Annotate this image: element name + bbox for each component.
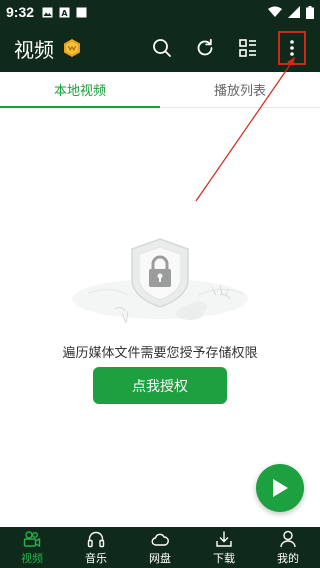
user-icon <box>280 530 296 547</box>
nav-label: 下载 <box>213 551 235 565</box>
play-fab-button[interactable] <box>256 464 304 512</box>
page-title: 视频 <box>14 37 54 62</box>
video-icon <box>23 530 41 547</box>
tab-bar: 本地视频 播放列表 <box>0 72 320 108</box>
headphones-icon <box>87 531 105 547</box>
nav-label: 视频 <box>21 551 43 565</box>
nav-item-me[interactable]: 我的 <box>256 527 320 568</box>
search-button[interactable] <box>151 37 173 59</box>
layout-toggle-button[interactable] <box>237 37 259 59</box>
more-vert-icon <box>290 40 294 56</box>
svg-text:A: A <box>61 8 68 17</box>
vip-crown-icon[interactable] <box>62 38 82 58</box>
status-bar: 9:32 A <box>0 0 320 24</box>
square-notification-icon <box>76 7 87 17</box>
tab-playlist[interactable]: 播放列表 <box>160 72 320 107</box>
wifi-icon <box>268 6 282 17</box>
layout-icon <box>239 39 256 57</box>
refresh-button[interactable] <box>194 37 216 59</box>
header-actions <box>151 31 306 65</box>
nav-item-cloud[interactable]: 网盘 <box>128 527 192 568</box>
bottom-nav: 视频 音乐 网盘 下载 我的 <box>0 527 320 568</box>
text-notification-icon: A <box>59 7 70 17</box>
permission-message: 遍历媒体文件需要您授予存储权限 <box>62 346 258 361</box>
nav-label: 网盘 <box>149 551 171 565</box>
app-header: 视频 <box>0 24 320 72</box>
nav-item-music[interactable]: 音乐 <box>64 527 128 568</box>
notification-icons: A <box>42 7 87 18</box>
nav-item-video[interactable]: 视频 <box>0 527 64 568</box>
permission-lock-illustration <box>72 238 248 324</box>
tab-local-video[interactable]: 本地视频 <box>0 72 160 108</box>
battery-icon <box>306 5 314 19</box>
authorize-button[interactable]: 点我授权 <box>93 367 227 404</box>
system-status-icons <box>268 5 314 19</box>
status-time: 9:32 <box>6 4 35 20</box>
signal-icon <box>288 6 300 18</box>
nav-label: 音乐 <box>85 551 107 565</box>
download-icon <box>216 531 232 547</box>
refresh-icon <box>197 38 213 56</box>
search-icon <box>153 39 171 57</box>
image-notification-icon <box>42 7 53 17</box>
nav-label: 我的 <box>277 551 299 565</box>
nav-item-download[interactable]: 下载 <box>192 527 256 568</box>
more-options-button[interactable] <box>278 31 306 65</box>
play-icon <box>273 479 288 497</box>
cloud-icon <box>151 533 169 546</box>
